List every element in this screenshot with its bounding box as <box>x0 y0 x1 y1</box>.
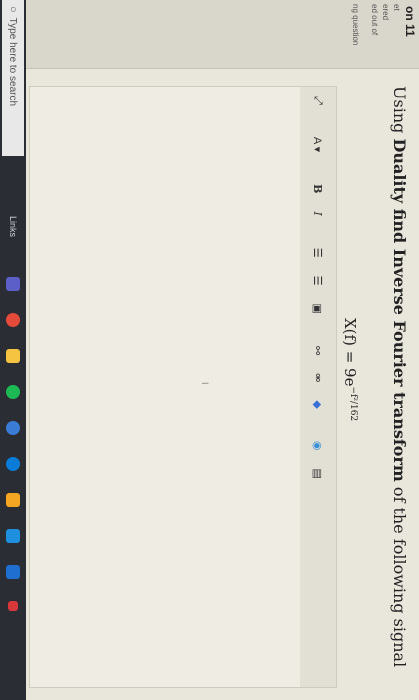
status-text-answered: ered <box>381 4 390 21</box>
media-icon[interactable]: ◉ <box>312 432 325 460</box>
flag-question-link[interactable]: ng question <box>350 4 361 68</box>
formula-base: X(f) = 9e <box>341 318 359 387</box>
bold-button[interactable]: B <box>312 175 325 202</box>
question-info-panel: on 11 et ered ed out of ng question <box>26 0 419 69</box>
app-red-icon[interactable] <box>8 601 18 612</box>
question-bold: Duality find Inverse Fourier transform <box>390 138 409 482</box>
marks-text: ed out of <box>370 4 379 36</box>
question-prefix: Using <box>390 86 409 139</box>
rotated-screen: on 11 et ered ed out of ng question Usin… <box>0 0 419 700</box>
office-icon[interactable] <box>6 493 20 508</box>
search-icon: ○ <box>7 6 19 13</box>
file-explorer-icon[interactable] <box>6 349 20 364</box>
formula-exponent: −f²/162 <box>348 386 358 422</box>
store-icon[interactable] <box>6 529 20 544</box>
image-icon[interactable]: ▣ <box>312 295 325 323</box>
numbered-list-icon[interactable]: ☰ <box>312 267 325 295</box>
italic-button[interactable]: I <box>312 202 325 224</box>
signal-formula: X(f) = 9e−f²/162 <box>341 318 359 421</box>
chrome-icon[interactable] <box>6 313 20 328</box>
answer-text-area[interactable]: I <box>29 86 300 688</box>
status-text: et <box>392 4 401 11</box>
unlink-icon[interactable]: ⚮ <box>312 364 325 391</box>
editor-toolbar: ⤢ A ▾ B I ☰ ☰ ▣ ⚯ ⚮ ◆ ◉ ▤ <box>299 86 337 688</box>
h5p-icon[interactable]: ▤ <box>312 459 325 487</box>
question-number: on 11 <box>403 6 417 37</box>
expand-toolbar-button[interactable]: ⤢ <box>312 87 325 114</box>
spotify-icon[interactable] <box>6 385 20 400</box>
bullet-list-icon[interactable]: ☰ <box>312 239 325 267</box>
question-text: Using Duality find Inverse Fourier trans… <box>390 86 409 686</box>
font-color-button[interactable]: A ▾ <box>312 128 325 161</box>
taskbar-search-box[interactable]: ○ Type here to search <box>2 0 24 156</box>
search-placeholder: Type here to search <box>7 17 19 107</box>
link-icon[interactable]: ⚯ <box>312 337 325 364</box>
text-cursor-icon: I <box>200 382 210 385</box>
edge-icon[interactable] <box>6 457 20 472</box>
question-suffix: of the following signal <box>390 481 409 668</box>
windows-taskbar: ○ Type here to search Links <box>0 0 26 700</box>
app-icon[interactable] <box>6 421 20 436</box>
mail-icon[interactable] <box>6 565 20 580</box>
special-character-icon[interactable]: ◆ <box>312 391 325 417</box>
links-toolbar-label[interactable]: Links <box>8 216 18 237</box>
teams-icon[interactable] <box>6 277 20 292</box>
